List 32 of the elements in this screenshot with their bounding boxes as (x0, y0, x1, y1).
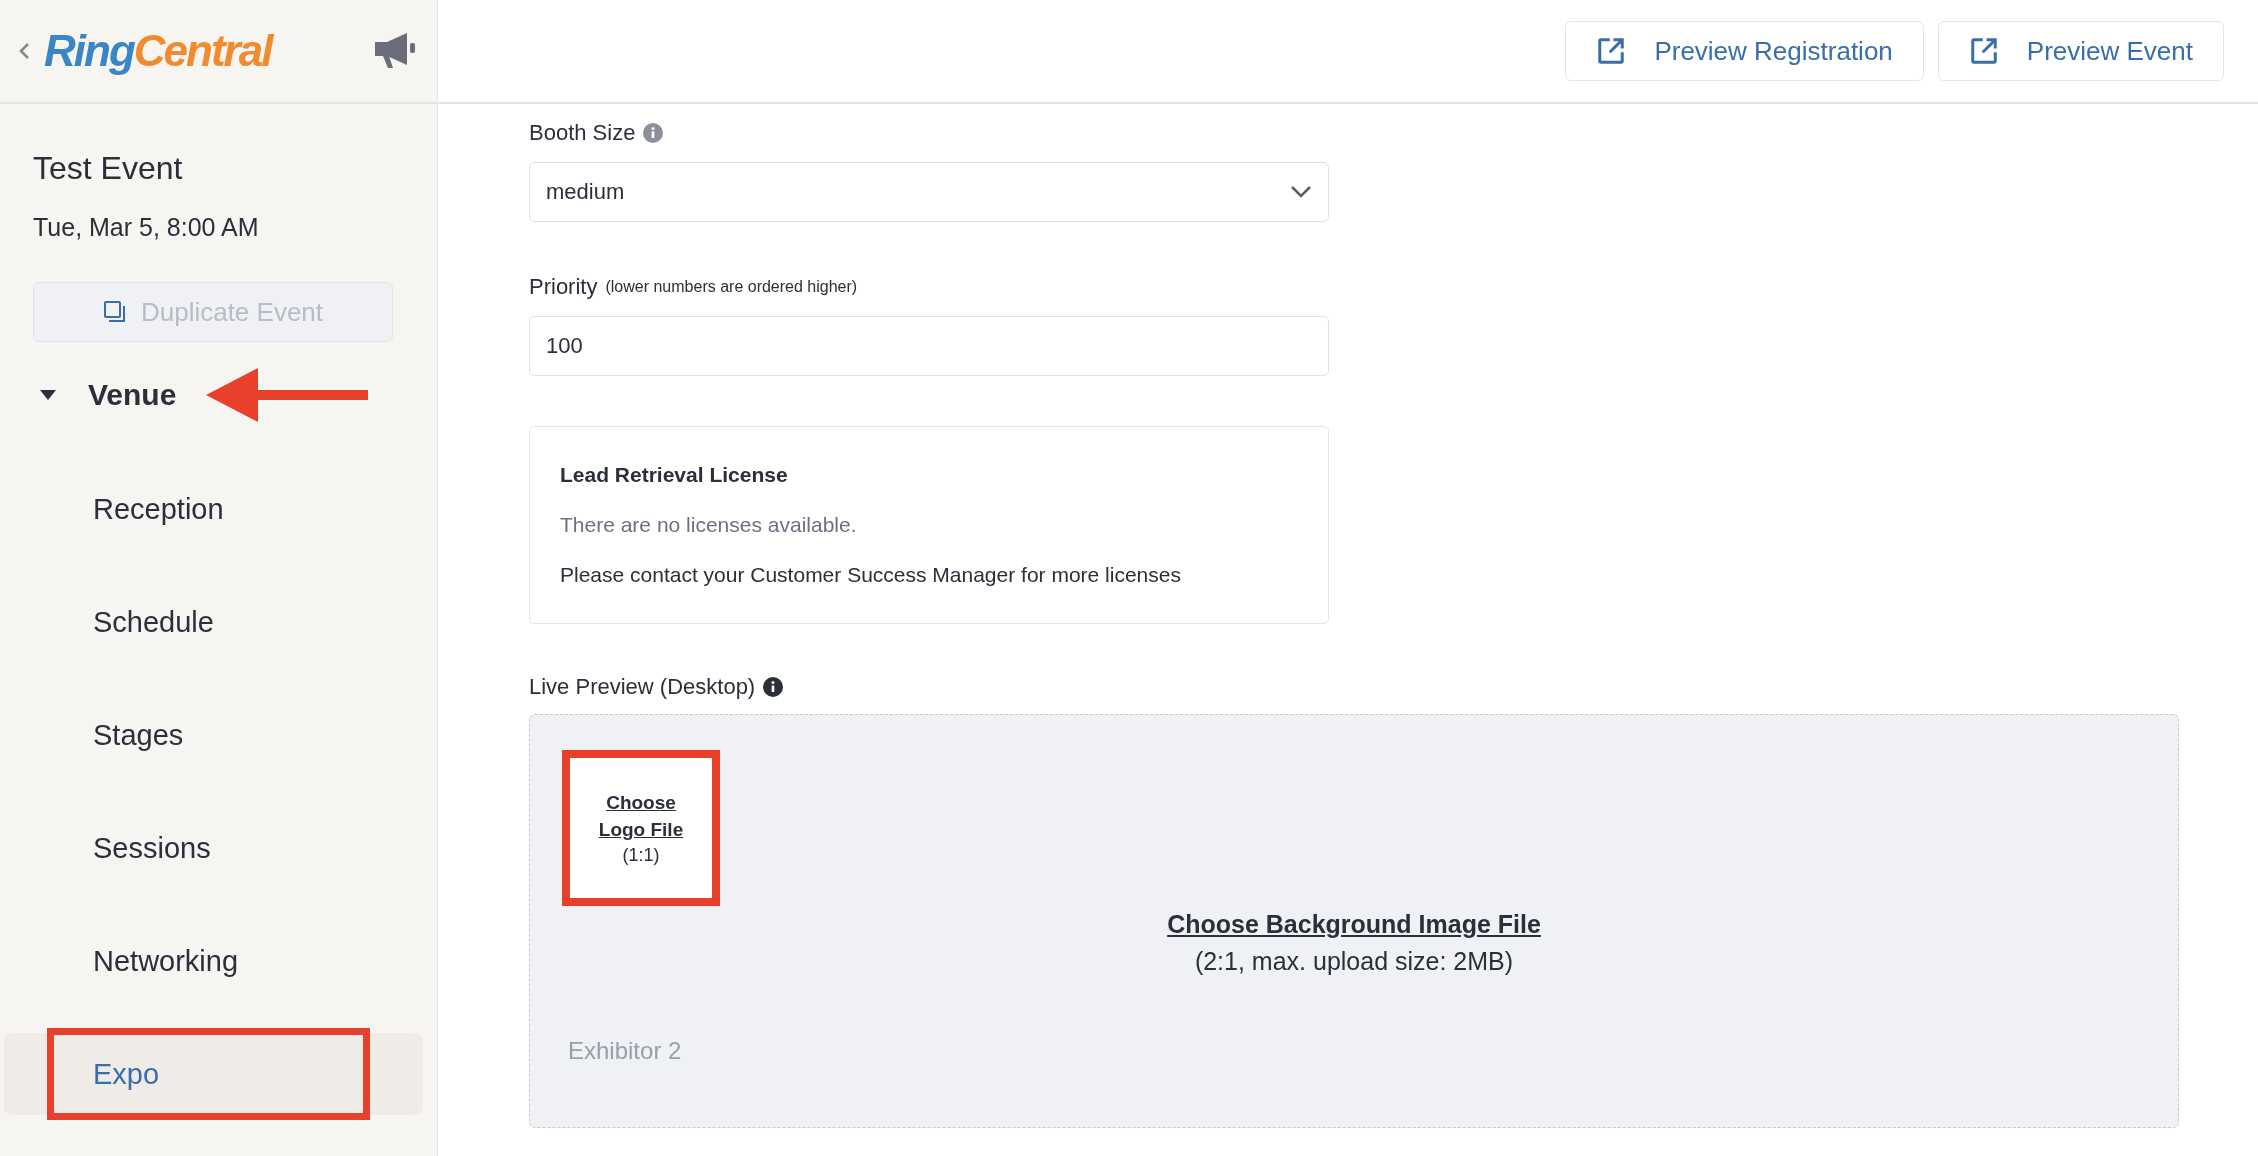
exhibitor-name: Exhibitor 2 (568, 1037, 682, 1065)
choose-background-link[interactable]: Choose Background Image File (1167, 910, 1541, 939)
venue-section-toggle[interactable]: Venue (40, 378, 177, 412)
back-chevron-icon[interactable] (18, 42, 30, 60)
info-icon[interactable] (763, 677, 784, 697)
nav-item[interactable]: Stages (4, 694, 423, 776)
field-label: Booth Size (529, 120, 636, 146)
preview-button[interactable]: Preview Event (1937, 21, 2224, 81)
event-title: Test Event (33, 150, 184, 187)
license-note: Please contact your Customer Success Manager for more licenses (560, 563, 1182, 587)
external-link-icon (1596, 36, 1627, 66)
field-label: Live Preview (Desktop) (529, 674, 756, 700)
booth-size-select[interactable]: medium (529, 162, 1329, 222)
field-label: Priority (529, 274, 598, 300)
nav-item[interactable]: Networking (4, 920, 423, 1002)
external-link-icon (1968, 36, 1999, 66)
caret-icon (40, 390, 56, 400)
chevron-down-icon (1290, 185, 1312, 199)
priority-input[interactable]: 100 (529, 316, 1329, 376)
nav-item[interactable]: Schedule (4, 581, 423, 663)
card-title: Lead Retrieval License (560, 463, 789, 487)
preview-button[interactable]: Preview Registration (1565, 21, 1924, 81)
field-hint: (lower numbers are ordered higher) (605, 278, 858, 296)
copy-icon (102, 300, 127, 324)
logo-ratio: (1:1) (622, 845, 660, 867)
nav-item[interactable]: Sessions (4, 807, 423, 889)
nav-item[interactable]: Reception (4, 468, 423, 550)
background-hint: (2:1, max. upload size: 2MB) (1194, 947, 1514, 976)
choose-logo-link[interactable]: Choose Logo File (591, 789, 691, 844)
license-status: There are no licenses available. (560, 513, 858, 537)
logo: RingCentral (44, 26, 274, 76)
event-date: Tue, Mar 5, 8:00 AM (33, 213, 260, 242)
